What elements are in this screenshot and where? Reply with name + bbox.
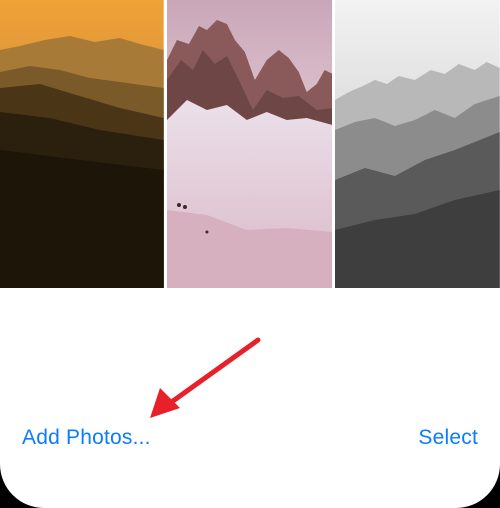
photo-picker-screen: Add Photos... Select (0, 0, 500, 508)
select-button[interactable]: Select (418, 426, 478, 450)
monochrome-mountain-image (335, 0, 500, 288)
photo-thumbnail-monochrome[interactable] (335, 0, 500, 288)
sunset-mountain-image (0, 0, 164, 288)
snowy-peaks-image (166, 0, 333, 288)
bottom-action-bar: Add Photos... Select (0, 288, 500, 508)
add-photos-button[interactable]: Add Photos... (22, 426, 151, 450)
photo-thumbnail-snowy-peaks[interactable] (166, 0, 333, 288)
photo-thumbnail-sunset[interactable] (0, 0, 164, 288)
photo-grid (0, 0, 500, 288)
